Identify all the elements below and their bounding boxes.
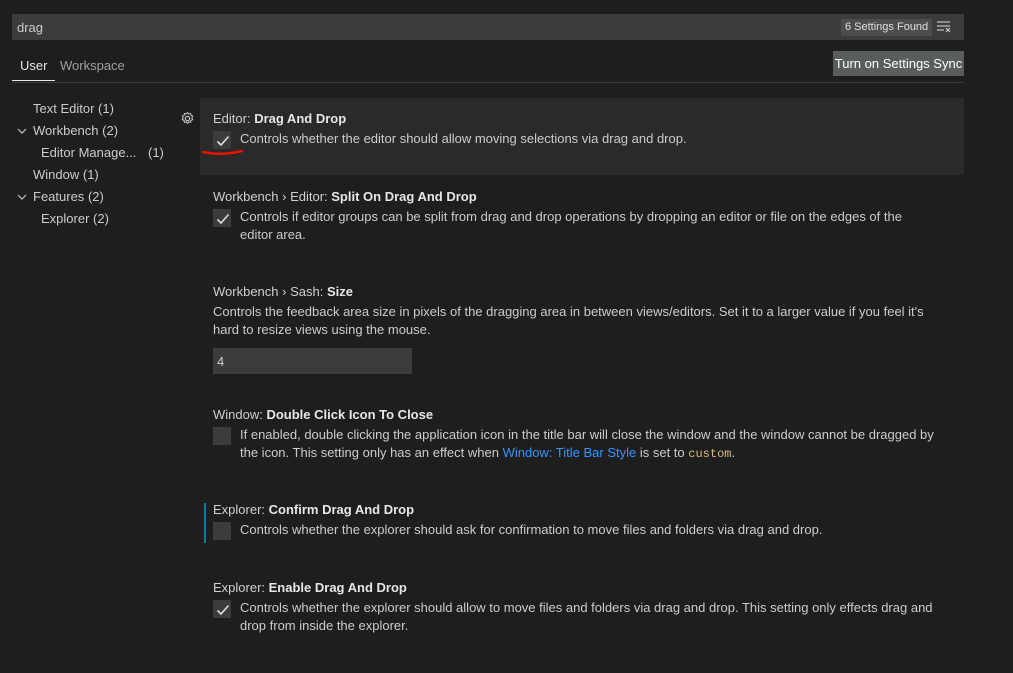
setting-description-line2: editor area.: [240, 227, 306, 242]
setting-description: Controls whether the explorer should ask…: [240, 522, 823, 537]
setting-description-line1: Controls whether the explorer should all…: [240, 600, 933, 615]
setting-title: Explorer: Enable Drag And Drop: [213, 580, 407, 595]
setting-title: Window: Double Click Icon To Close: [213, 407, 434, 422]
setting-title: Editor: Drag And Drop: [213, 111, 347, 126]
setting-title: Workbench › Sash: Size: [213, 284, 353, 299]
toc-item-text-editor[interactable]: Text Editor (1): [33, 99, 114, 119]
setting-description-line2: drop from inside the explorer.: [240, 618, 409, 633]
toc-item-editor-management[interactable]: Editor Manage... (1): [41, 143, 166, 163]
gear-icon[interactable]: [180, 111, 195, 126]
settings-search-input[interactable]: [17, 17, 797, 37]
toc-item-label: Features: [33, 189, 85, 204]
toc-item-label: Text Editor: [33, 101, 95, 116]
setting-split-on-drag-and-drop: Workbench › Editor: Split On Drag And Dr…: [200, 176, 964, 256]
tab-user[interactable]: User: [12, 56, 56, 81]
toc-item-count: (2): [93, 211, 109, 226]
setting-enable-drag-and-drop: Explorer: Enable Drag And Drop Controls …: [200, 567, 964, 647]
setting-checkbox[interactable]: [213, 522, 231, 540]
setting-title: Workbench › Editor: Split On Drag And Dr…: [213, 189, 477, 204]
code-value: custom: [688, 447, 732, 461]
setting-title: Explorer: Confirm Drag And Drop: [213, 502, 415, 517]
setting-checkbox[interactable]: [213, 427, 231, 445]
check-icon: [216, 213, 230, 225]
clear-filter-icon[interactable]: [936, 19, 952, 35]
toc-item-label: Window: [33, 167, 80, 182]
toc-item-count: (2): [87, 189, 104, 204]
setting-confirm-drag-and-drop: Explorer: Confirm Drag And Drop Controls…: [200, 489, 964, 549]
turn-on-settings-sync-button[interactable]: Turn on Settings Sync: [833, 51, 964, 76]
red-underline-annotation: [201, 149, 244, 155]
title-bar-style-link[interactable]: Window: Title Bar Style: [503, 445, 637, 460]
toc-item-count: (1): [148, 145, 164, 160]
results-count-badge: 6 Settings Found: [841, 19, 933, 36]
toc-item-explorer[interactable]: Explorer (2): [41, 209, 109, 229]
toc-item-label: Workbench: [33, 123, 99, 138]
setting-description-line1: Controls the feedback area size in pixel…: [213, 304, 924, 319]
setting-checkbox[interactable]: [213, 600, 231, 618]
toc-item-label: Editor Manage...: [41, 145, 137, 160]
chevron-down-icon: [17, 126, 27, 136]
toc-item-features[interactable]: Features (2): [17, 187, 104, 207]
settings-search-bar[interactable]: 6 Settings Found: [12, 14, 964, 40]
toc-item-count: (1): [98, 101, 114, 116]
setting-description-line2: the icon. This setting only has an effec…: [240, 445, 736, 461]
setting-sash-size: Workbench › Sash: Size Controls the feed…: [200, 271, 964, 381]
chevron-down-icon: [17, 192, 27, 202]
setting-checkbox[interactable]: [213, 209, 231, 227]
setting-editor-drag-and-drop: Editor: Drag And Drop Controls whether t…: [200, 98, 964, 175]
setting-description-line1: If enabled, double clicking the applicat…: [240, 427, 934, 442]
tab-workspace[interactable]: Workspace: [60, 56, 125, 80]
toc-item-workbench[interactable]: Workbench (2): [17, 121, 118, 141]
check-icon: [216, 604, 230, 616]
setting-double-click-icon-to-close: Window: Double Click Icon To Close If en…: [200, 394, 964, 474]
toc-item-window[interactable]: Window (1): [33, 165, 99, 185]
sash-size-input[interactable]: [213, 348, 412, 374]
tabs-divider: [12, 82, 964, 83]
toc-item-count: (1): [82, 167, 99, 182]
setting-description: Controls whether the editor should allow…: [240, 131, 687, 146]
setting-description-line2: hard to resize views using the mouse.: [213, 322, 431, 337]
setting-description-line1: Controls if editor groups can be split f…: [240, 209, 902, 224]
toc-item-label: Explorer: [41, 211, 90, 226]
toc-item-count: (2): [102, 123, 119, 138]
